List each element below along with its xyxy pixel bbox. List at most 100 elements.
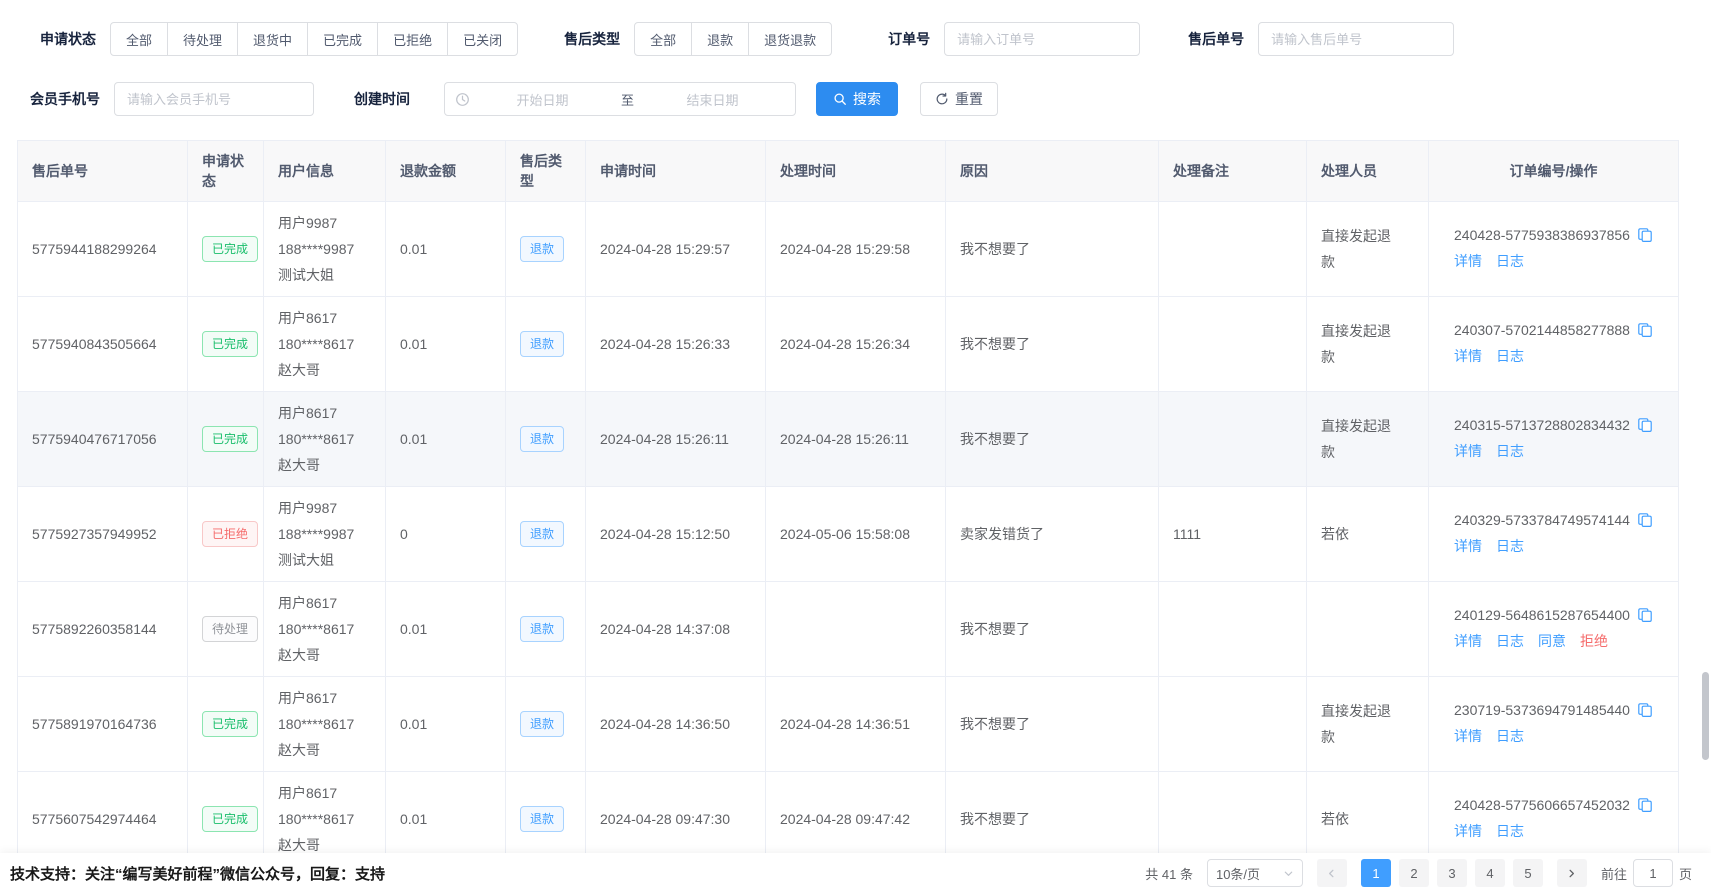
handler-text: 直接发起退款 bbox=[1321, 698, 1395, 750]
handler-text: 若依 bbox=[1321, 521, 1349, 547]
page-size-select[interactable]: 10条/页 bbox=[1207, 859, 1303, 887]
cell-handle-time: 2024-04-28 15:26:11 bbox=[766, 392, 946, 487]
copy-icon[interactable] bbox=[1637, 227, 1653, 243]
row-action[interactable]: 日志 bbox=[1496, 348, 1524, 364]
column-header-0: 售后单号 bbox=[18, 141, 188, 202]
row-action[interactable]: 日志 bbox=[1496, 823, 1524, 839]
cell-order-ops: 240329-5733784749574144 详情日志 bbox=[1429, 487, 1679, 582]
table-row: 5775940476717056 已完成 用户8617180****8617赵大… bbox=[18, 392, 1679, 487]
page-button-2[interactable]: 2 bbox=[1399, 859, 1429, 887]
handler-text: 直接发起退款 bbox=[1321, 223, 1395, 275]
cell-service-no: 5775927357949952 bbox=[18, 487, 188, 582]
status-filter-option[interactable]: 待处理 bbox=[167, 22, 238, 56]
copy-icon[interactable] bbox=[1637, 322, 1653, 338]
cell-order-ops: 240129-5648615287654400 详情日志同意拒绝 bbox=[1429, 582, 1679, 677]
cell-reason: 我不想要了 bbox=[946, 297, 1159, 392]
row-action[interactable]: 详情 bbox=[1454, 253, 1482, 269]
cell-handle-time: 2024-04-28 14:36:51 bbox=[766, 677, 946, 772]
cell-refund-amount: 0.01 bbox=[386, 392, 506, 487]
reset-button[interactable]: 重置 bbox=[920, 82, 998, 116]
status-badge: 已完成 bbox=[202, 426, 258, 452]
row-action[interactable]: 同意 bbox=[1538, 633, 1566, 649]
row-action[interactable]: 日志 bbox=[1496, 253, 1524, 269]
next-page-button[interactable] bbox=[1557, 859, 1587, 887]
phone-label: 会员手机号 bbox=[30, 89, 100, 109]
status-filter-option[interactable]: 已关闭 bbox=[447, 22, 518, 56]
cell-remark bbox=[1159, 677, 1307, 772]
row-action[interactable]: 详情 bbox=[1454, 443, 1482, 459]
type-filter-option[interactable]: 退款 bbox=[691, 22, 749, 56]
cell-remark bbox=[1159, 392, 1307, 487]
cell-service-no: 5775944188299264 bbox=[18, 202, 188, 297]
handler-text: 直接发起退款 bbox=[1321, 318, 1395, 370]
cell-reason: 我不想要了 bbox=[946, 202, 1159, 297]
reset-button-label: 重置 bbox=[955, 89, 983, 109]
table-row: 5775944188299264 已完成 用户9987188****9987测试… bbox=[18, 202, 1679, 297]
service-no-input[interactable] bbox=[1258, 22, 1454, 56]
date-range-picker[interactable]: 开始日期 至 结束日期 bbox=[444, 82, 796, 116]
row-action[interactable]: 拒绝 bbox=[1580, 633, 1608, 649]
status-filter-option[interactable]: 已拒绝 bbox=[377, 22, 448, 56]
row-action[interactable]: 日志 bbox=[1496, 728, 1524, 744]
page-button-4[interactable]: 4 bbox=[1475, 859, 1505, 887]
cell-service-no: 5775940843505664 bbox=[18, 297, 188, 392]
page-unit: 页 bbox=[1679, 864, 1692, 883]
row-action[interactable]: 详情 bbox=[1454, 538, 1482, 554]
row-action[interactable]: 日志 bbox=[1496, 538, 1524, 554]
cell-apply-time: 2024-04-28 15:29:57 bbox=[586, 202, 766, 297]
row-action[interactable]: 日志 bbox=[1496, 443, 1524, 459]
copy-icon[interactable] bbox=[1637, 512, 1653, 528]
goto-page-input[interactable] bbox=[1633, 859, 1673, 887]
cell-user-info: 用户8617180****8617赵大哥 bbox=[264, 677, 386, 772]
vertical-scrollbar[interactable] bbox=[1702, 672, 1709, 760]
cell-order-ops: 230719-5373694791485440 详情日志 bbox=[1429, 677, 1679, 772]
row-actions: 详情日志 bbox=[1454, 536, 1653, 556]
cell-remark bbox=[1159, 582, 1307, 677]
table-body: 5775944188299264 已完成 用户9987188****9987测试… bbox=[18, 202, 1679, 893]
row-action[interactable]: 详情 bbox=[1454, 633, 1482, 649]
row-actions: 详情日志 bbox=[1454, 821, 1653, 841]
cell-user-info: 用户8617180****8617赵大哥 bbox=[264, 392, 386, 487]
page-button-5[interactable]: 5 bbox=[1513, 859, 1543, 887]
page-button-3[interactable]: 3 bbox=[1437, 859, 1467, 887]
copy-icon[interactable] bbox=[1637, 417, 1653, 433]
row-action[interactable]: 详情 bbox=[1454, 728, 1482, 744]
order-no: 240329-5733784749574144 bbox=[1454, 512, 1630, 528]
cell-handle-time bbox=[766, 582, 946, 677]
row-action[interactable]: 详情 bbox=[1454, 348, 1482, 364]
type-filter-option[interactable]: 退货退款 bbox=[748, 22, 832, 56]
row-action[interactable]: 详情 bbox=[1454, 823, 1482, 839]
cell-remark bbox=[1159, 297, 1307, 392]
copy-icon[interactable] bbox=[1637, 607, 1653, 623]
type-filter-option[interactable]: 全部 bbox=[634, 22, 692, 56]
status-filter-option[interactable]: 全部 bbox=[110, 22, 168, 56]
column-header-1: 申请状态 bbox=[188, 141, 264, 202]
cell-refund-amount: 0.01 bbox=[386, 297, 506, 392]
search-button[interactable]: 搜索 bbox=[816, 82, 898, 116]
order-no: 240428-5775606657452032 bbox=[1454, 797, 1630, 813]
column-header-7: 原因 bbox=[946, 141, 1159, 202]
status-filter-option[interactable]: 已完成 bbox=[307, 22, 378, 56]
cell-handle-time: 2024-04-28 15:29:58 bbox=[766, 202, 946, 297]
cell-service-no: 5775940476717056 bbox=[18, 392, 188, 487]
order-no: 240307-5702144858277888 bbox=[1454, 322, 1630, 338]
column-header-6: 处理时间 bbox=[766, 141, 946, 202]
phone-input[interactable] bbox=[114, 82, 314, 116]
type-filter-label: 售后类型 bbox=[564, 29, 620, 49]
column-header-9: 处理人员 bbox=[1307, 141, 1429, 202]
copy-icon[interactable] bbox=[1637, 797, 1653, 813]
row-action[interactable]: 日志 bbox=[1496, 633, 1524, 649]
prev-page-button[interactable] bbox=[1317, 859, 1347, 887]
row-actions: 详情日志 bbox=[1454, 346, 1653, 366]
type-badge: 退款 bbox=[520, 711, 564, 737]
cell-reason: 我不想要了 bbox=[946, 677, 1159, 772]
row-actions: 详情日志 bbox=[1454, 251, 1653, 271]
page-button-1[interactable]: 1 bbox=[1361, 859, 1391, 887]
cell-handler: 直接发起退款 bbox=[1307, 202, 1429, 297]
order-no-input[interactable] bbox=[944, 22, 1140, 56]
status-filter-option[interactable]: 退货中 bbox=[237, 22, 308, 56]
column-header-5: 申请时间 bbox=[586, 141, 766, 202]
cell-refund-amount: 0.01 bbox=[386, 582, 506, 677]
copy-icon[interactable] bbox=[1637, 702, 1653, 718]
cell-remark bbox=[1159, 202, 1307, 297]
